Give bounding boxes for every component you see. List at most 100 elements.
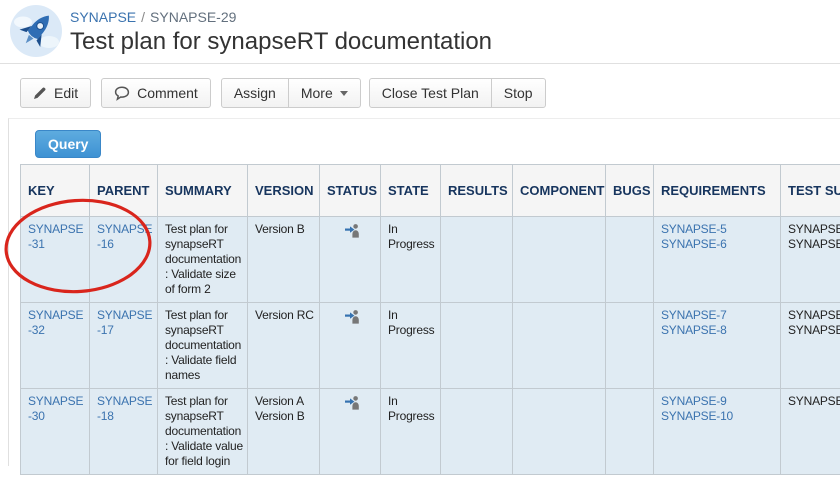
cell-version: Version AVersion B [248,389,320,475]
cell-summary: Test plan for synapseRT documentation: V… [158,217,248,303]
cell-component [513,303,606,389]
edit-button-label: Edit [54,85,78,101]
column-header-results: RESULTS [441,165,513,217]
column-header-requirements: REQUIREMENTS [654,165,781,217]
cell-status [320,217,381,303]
test-suite-text: SYNAPSE_ [788,394,840,409]
assignee-arrow-icon [344,313,360,327]
version-text: Version A [255,394,315,409]
cell-test-suites: SYNAPSE_ [781,389,840,475]
breadcrumb-issue-key[interactable]: SYNAPSE-29 [150,9,236,25]
breadcrumb-project-link[interactable]: SYNAPSE [70,9,136,25]
table-row: SYNAPSE-30 SYNAPSE-18 Test plan for syna… [21,389,840,475]
issue-link[interactable]: SYNAPSE-16 [97,222,152,251]
requirement-link[interactable]: SYNAPSE-7 [661,308,776,323]
chevron-down-icon [340,91,348,96]
cell-key: SYNAPSE-30 [21,389,90,475]
issue-link[interactable]: SYNAPSE-30 [28,394,83,423]
header-divider [0,63,840,64]
cell-status [320,389,381,475]
cell-state: In Progress [381,217,441,303]
state-text: In Progress [388,222,434,251]
cell-key: SYNAPSE-32 [21,303,90,389]
column-header-bugs: BUGS [606,165,654,217]
column-header-parent: PARENT [90,165,158,217]
version-text: Version RC [255,308,315,323]
summary-text: Test plan for synapseRT documentation: V… [165,222,241,296]
toolbar: Edit Comment Assign More Close Test Plan [20,78,546,108]
cell-summary: Test plan for synapseRT documentation: V… [158,303,248,389]
cell-requirements: SYNAPSE-9SYNAPSE-10 [654,389,781,475]
assign-button[interactable]: Assign [221,78,289,108]
cell-results [441,303,513,389]
breadcrumb-separator: / [141,9,145,25]
requirement-link[interactable]: SYNAPSE-5 [661,222,776,237]
cell-parent: SYNAPSE-18 [90,389,158,475]
issue-link[interactable]: SYNAPSE-18 [97,394,152,423]
summary-text: Test plan for synapseRT documentation: V… [165,394,243,468]
cell-status [320,303,381,389]
query-button[interactable]: Query [35,130,101,158]
issue-link[interactable]: SYNAPSE-17 [97,308,152,337]
state-text: In Progress [388,394,434,423]
cell-key: SYNAPSE-31 [21,217,90,303]
cell-component [513,389,606,475]
query-panel: Query KEY PARENT SUMMARY VERSION STATUS … [8,118,840,466]
assign-button-group: Assign More [221,78,361,108]
comment-button[interactable]: Comment [101,78,211,108]
close-test-plan-button[interactable]: Close Test Plan [369,78,492,108]
cell-bugs [606,389,654,475]
cell-component [513,217,606,303]
test-suite-text: SYNAPSE_ [788,237,840,252]
cell-requirements: SYNAPSE-7SYNAPSE-8 [654,303,781,389]
version-text: Version B [255,409,315,424]
column-header-test-suites: TEST SUITES [781,165,840,217]
assign-button-label: Assign [234,85,276,101]
rocket-icon [10,5,62,57]
cell-version: Version B [248,217,320,303]
cell-state: In Progress [381,303,441,389]
test-plans-table: KEY PARENT SUMMARY VERSION STATUS STATE … [20,164,840,475]
state-text: In Progress [388,308,434,337]
requirement-link[interactable]: SYNAPSE-10 [661,409,776,424]
column-header-summary: SUMMARY [158,165,248,217]
table-row: SYNAPSE-32 SYNAPSE-17 Test plan for syna… [21,303,840,389]
column-header-state: STATE [381,165,441,217]
more-button-label: More [301,85,333,101]
cell-summary: Test plan for synapseRT documentation: V… [158,389,248,475]
test-suite-text: SYNAPSE_ [788,323,840,338]
cell-test-suites: SYNAPSE_SYNAPSE_ [781,217,840,303]
breadcrumb: SYNAPSE / SYNAPSE-29 [70,9,236,25]
issue-link[interactable]: SYNAPSE-31 [28,222,83,251]
cell-state: In Progress [381,389,441,475]
screen: SYNAPSE / SYNAPSE-29 Test plan for synapse… [0,0,840,488]
pencil-icon [33,86,47,100]
version-text: Version B [255,222,315,237]
page-title: Test plan for synapseRT documentation [70,28,492,56]
requirement-link[interactable]: SYNAPSE-6 [661,237,776,252]
comment-button-label: Comment [137,85,198,101]
cell-bugs [606,217,654,303]
more-dropdown-button[interactable]: More [288,78,361,108]
requirement-link[interactable]: SYNAPSE-9 [661,394,776,409]
requirement-link[interactable]: SYNAPSE-8 [661,323,776,338]
close-test-plan-label: Close Test Plan [382,85,479,101]
table-header-row: KEY PARENT SUMMARY VERSION STATUS STATE … [21,165,840,217]
column-header-status: STATUS [320,165,381,217]
workflow-button-group: Close Test Plan Stop [369,78,546,108]
assignee-arrow-icon [344,399,360,413]
cell-parent: SYNAPSE-17 [90,303,158,389]
cell-parent: SYNAPSE-16 [90,217,158,303]
column-header-version: VERSION [248,165,320,217]
column-header-key: KEY [21,165,90,217]
cell-version: Version RC [248,303,320,389]
column-header-component: COMPONENT [513,165,606,217]
stop-button[interactable]: Stop [491,78,546,108]
stop-button-label: Stop [504,85,533,101]
summary-text: Test plan for synapseRT documentation: V… [165,308,241,382]
assignee-arrow-icon [344,227,360,241]
issue-link[interactable]: SYNAPSE-32 [28,308,83,337]
cell-bugs [606,303,654,389]
cell-results [441,217,513,303]
edit-button[interactable]: Edit [20,78,91,108]
